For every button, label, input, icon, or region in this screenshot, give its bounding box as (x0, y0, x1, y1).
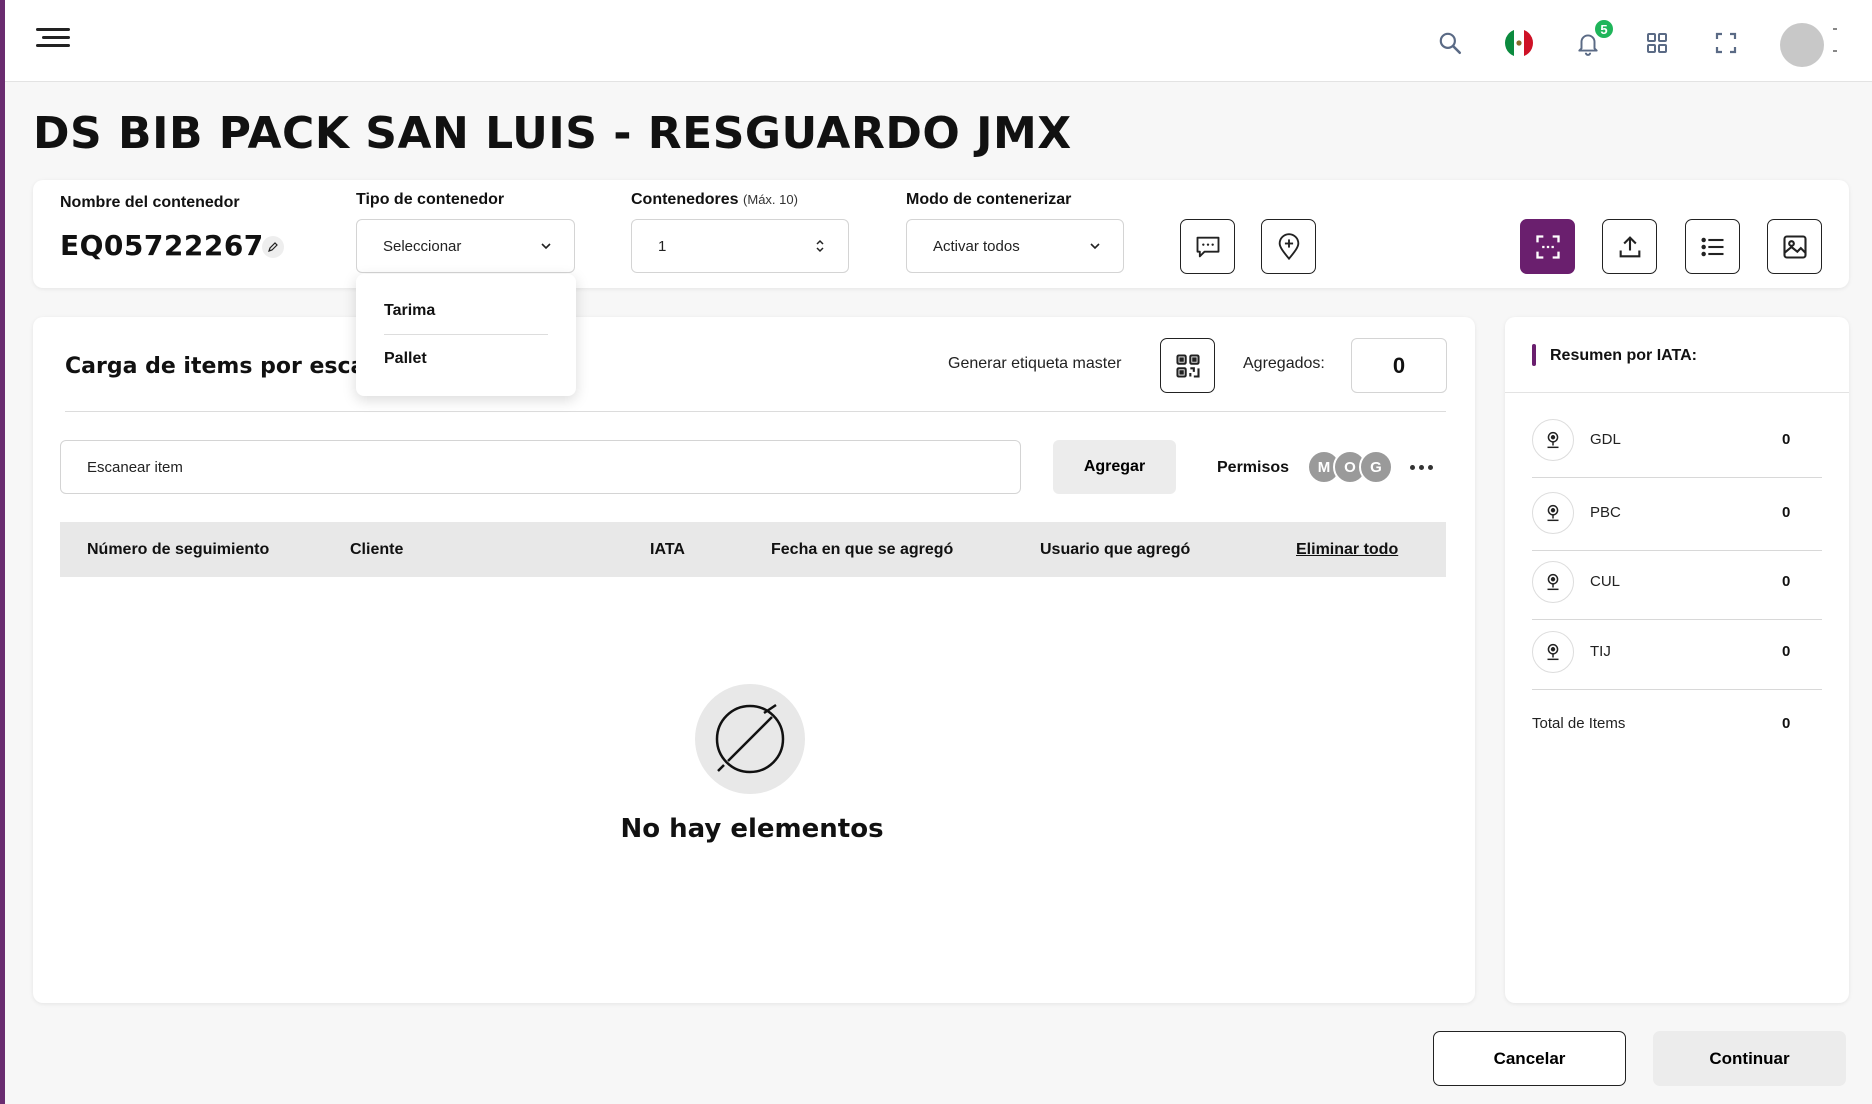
continue-button[interactable]: Continuar (1653, 1031, 1846, 1086)
column-user-added: Usuario que agregó (1040, 541, 1191, 558)
mode-value: Activar todos (933, 237, 1020, 255)
row-divider (1532, 477, 1822, 478)
added-label: Agregados: (1243, 355, 1325, 372)
add-button[interactable]: Agregar (1053, 440, 1176, 494)
container-type-dropdown: Tarima Pallet (356, 274, 576, 396)
generate-master-label: Generar etiqueta master (948, 355, 1122, 372)
column-date-added: Fecha en que se agregó (771, 541, 954, 558)
pencil-icon (268, 242, 278, 252)
added-count: 0 (1351, 338, 1447, 393)
image-button[interactable] (1767, 219, 1822, 274)
user-avatar[interactable] (1780, 23, 1824, 67)
scan-button[interactable] (1520, 219, 1575, 274)
generate-master-button[interactable] (1160, 338, 1215, 393)
iata-row-cul: CUL 0 (1532, 561, 1822, 621)
summary-title: Resumen por IATA: (1550, 347, 1697, 364)
iata-count: 0 (1782, 431, 1791, 448)
option-pallet[interactable]: Pallet (384, 350, 427, 368)
containers-stepper[interactable]: 1 (631, 219, 849, 273)
location-pin-icon (1532, 492, 1574, 534)
container-type-label: Tipo de contenedor (356, 191, 505, 208)
scan-item-input[interactable] (60, 440, 1021, 494)
cancel-button[interactable]: Cancelar (1433, 1031, 1626, 1086)
user-menu-icon[interactable] (1833, 28, 1839, 58)
summary-divider (1505, 392, 1849, 393)
left-accent-bar (0, 0, 5, 1104)
row-divider (1532, 550, 1822, 551)
iata-code: GDL (1590, 431, 1621, 448)
empty-state-text: No hay elementos (620, 814, 884, 844)
iata-code: TIJ (1590, 643, 1611, 660)
summary-accent (1532, 344, 1536, 366)
permissions-label: Permisos (1217, 459, 1290, 476)
column-tracking-number: Número de seguimiento (87, 541, 270, 558)
bell-icon[interactable]: 5 (1571, 18, 1615, 60)
iata-count: 0 (1782, 573, 1791, 590)
iata-code: PBC (1590, 504, 1621, 521)
containers-value: 1 (658, 237, 667, 255)
mode-label: Modo de contenerizar (906, 191, 1072, 208)
chevron-down-icon (1090, 243, 1100, 250)
table-header: Número de seguimiento Cliente IATA Fecha… (60, 522, 1446, 577)
qr-code-icon (1175, 353, 1200, 378)
stepper-arrows-icon[interactable] (814, 237, 826, 255)
list-icon (1700, 237, 1723, 256)
iata-row-pbc: PBC 0 (1532, 492, 1822, 552)
iata-row-tij: TIJ 0 (1532, 631, 1822, 691)
comment-button[interactable] (1180, 219, 1235, 274)
permission-avatar-g[interactable]: G (1359, 450, 1393, 484)
mode-select[interactable]: Activar todos (906, 219, 1124, 273)
upload-button[interactable] (1602, 219, 1657, 274)
container-name-value: EQ05722267 (60, 229, 264, 262)
location-pin-icon (1532, 419, 1574, 461)
location-pin-icon (1532, 561, 1574, 603)
location-pin-icon (1532, 631, 1574, 673)
row-divider (1532, 619, 1822, 620)
edit-name-button[interactable] (262, 236, 284, 258)
fullscreen-icon[interactable] (1709, 26, 1743, 60)
add-location-button[interactable] (1261, 219, 1316, 274)
chevron-down-icon (541, 243, 551, 250)
containers-label-text: Contenedores (631, 191, 739, 208)
empty-state-icon (695, 684, 805, 794)
more-options-icon[interactable] (1410, 457, 1438, 477)
option-tarima[interactable]: Tarima (384, 302, 435, 320)
container-name-label: Nombre del contenedor (60, 194, 240, 211)
mexico-flag-icon[interactable] (1502, 26, 1536, 60)
iata-count: 0 (1782, 504, 1791, 521)
total-items-value: 0 (1782, 715, 1791, 732)
list-button[interactable] (1685, 219, 1740, 274)
apps-grid-icon[interactable] (1640, 26, 1674, 60)
row-divider (1532, 689, 1822, 690)
scan-frame-icon (1535, 234, 1560, 259)
scan-items-card (33, 317, 1475, 1003)
containers-hint: (Máx. 10) (743, 192, 798, 207)
containers-label: Contenedores (Máx. 10) (631, 191, 798, 209)
upload-icon (1619, 235, 1640, 257)
total-items-label: Total de Items (1532, 715, 1626, 732)
iata-code: CUL (1590, 573, 1621, 590)
iata-row-gdl: GDL 0 (1532, 419, 1822, 479)
iata-count: 0 (1782, 643, 1791, 660)
comment-icon (1196, 236, 1219, 257)
search-icon[interactable] (1433, 26, 1467, 60)
menu-icon[interactable] (32, 26, 70, 52)
page-title: DS BIB PACK SAN LUIS - RESGUARDO JMX (33, 108, 1072, 159)
dropdown-divider (384, 334, 548, 335)
notification-badge: 5 (1593, 18, 1615, 40)
delete-all-link[interactable]: Eliminar todo (1296, 541, 1398, 559)
divider (65, 411, 1446, 412)
container-type-select[interactable]: Seleccionar (356, 219, 575, 273)
top-bar: 5 (5, 0, 1872, 82)
location-plus-icon (1278, 232, 1299, 260)
column-iata: IATA (650, 541, 685, 558)
column-client: Cliente (350, 541, 404, 558)
image-icon (1782, 234, 1807, 259)
container-type-value: Seleccionar (383, 237, 462, 255)
